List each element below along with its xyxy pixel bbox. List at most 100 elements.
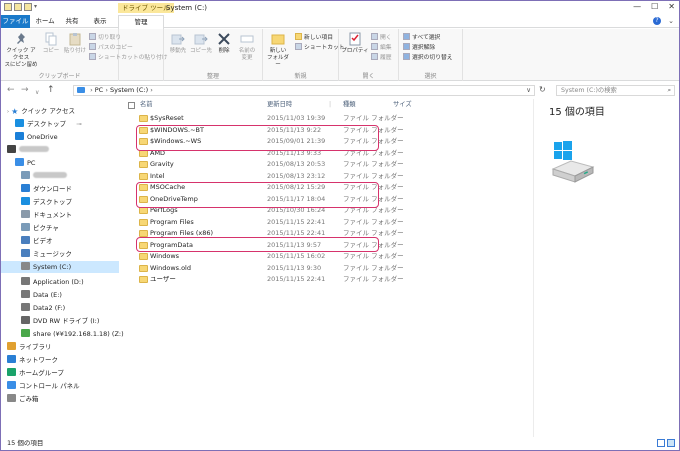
sidebar-item[interactable]: デスクトップ ⊸ — [15, 118, 82, 130]
sidebar-item-label: PC — [27, 159, 36, 167]
help-icon[interactable]: ? — [653, 17, 661, 25]
file-row[interactable]: Windows 2015/11/15 16:02 ファイル フォルダー — [122, 251, 532, 262]
recent-locations-button[interactable]: ∨ — [35, 87, 39, 98]
forward-button[interactable]: → — [21, 85, 29, 96]
edit-button[interactable]: 編集 — [371, 43, 392, 52]
invert-selection-button[interactable]: 選択の切り替え — [403, 53, 453, 62]
maximize-button[interactable]: ☐ — [651, 2, 658, 11]
sidebar-item-label: Application (D:) — [33, 278, 84, 286]
copy-button[interactable]: コピー — [41, 32, 61, 55]
breadcrumb-pc[interactable]: PC — [95, 86, 103, 94]
sidebar-item[interactable]: デスクトップ — [21, 196, 72, 208]
file-row[interactable]: Gravity 2015/08/13 20:53 ファイル フォルダー — [122, 159, 532, 170]
open-button[interactable]: 開く — [371, 33, 392, 42]
sidebar-item[interactable]: Data (E:) — [21, 289, 62, 301]
tab-share[interactable]: 共有 — [61, 15, 83, 28]
address-bar[interactable]: › PC › System (C:) › ∨ — [73, 85, 535, 96]
cut-button[interactable]: 切り取り — [89, 33, 121, 42]
properties-button[interactable]: プロパティ — [341, 32, 369, 55]
breadcrumb-current[interactable]: System (C:) — [110, 86, 148, 94]
folder-icon[interactable] — [4, 3, 12, 11]
paste-button[interactable]: 貼り付け — [63, 32, 87, 55]
sidebar-item[interactable]: System (C:) — [1, 261, 119, 273]
sidebar-item[interactable]: コントロール パネル — [7, 380, 80, 392]
rename-button[interactable]: 名前の 変更 — [236, 32, 258, 62]
new-item-button[interactable]: 新しい項目 — [295, 33, 333, 42]
column-header-date[interactable]: 更新日時 — [267, 99, 292, 111]
column-header-name[interactable]: 名前 — [140, 99, 153, 111]
chevron-down-icon[interactable]: ⌄ — [668, 17, 674, 25]
properties-icon[interactable] — [14, 3, 22, 11]
tab-home[interactable]: ホーム — [32, 15, 58, 28]
tab-view[interactable]: 表示 — [89, 15, 111, 28]
sidebar-item[interactable]: ミュージック — [21, 248, 72, 260]
pin-to-quick-access-button[interactable]: クイック アクセス スにピン留め — [4, 32, 38, 69]
sidebar-item[interactable]: ピクチャ — [21, 222, 59, 234]
sidebar-item-user[interactable] — [21, 170, 67, 182]
sidebar-item[interactable]: ネットワーク — [7, 354, 58, 366]
file-row[interactable]: Windows.old 2015/11/13 9:30 ファイル フォルダー — [122, 263, 532, 274]
tab-manage[interactable]: 管理 — [118, 15, 164, 29]
sidebar-item[interactable]: ホームグループ — [7, 367, 64, 379]
select-none-button[interactable]: 選択解除 — [403, 43, 435, 52]
file-row[interactable]: Intel 2015/08/13 23:12 ファイル フォルダー — [122, 171, 532, 182]
details-view-button[interactable] — [657, 439, 665, 447]
new-folder-icon[interactable] — [24, 3, 32, 11]
chevron-down-icon[interactable]: ∨ — [526, 86, 531, 95]
file-type: ファイル フォルダー — [343, 160, 404, 168]
column-header-size[interactable]: サイズ — [393, 99, 412, 111]
sidebar-item[interactable]: share (¥¥192.168.1.18) (Z:) — [21, 328, 124, 340]
file-row[interactable]: ユーザー 2015/11/15 22:41 ファイル フォルダー — [122, 274, 532, 285]
sidebar-item-icon — [15, 132, 24, 140]
sidebar-item[interactable]: ダウンロード — [21, 183, 72, 195]
select-all-button[interactable]: すべて選択 — [403, 33, 440, 42]
sidebar-item-icon — [21, 223, 30, 231]
up-button[interactable]: ↑ — [47, 85, 55, 96]
paste-shortcut-button[interactable]: ショートカットの貼り付け — [89, 53, 168, 62]
new-folder-button[interactable]: 新しい フォルダー — [265, 32, 291, 69]
sidebar-item-user[interactable] — [7, 144, 49, 156]
sidebar-item-icon — [7, 145, 16, 153]
close-button[interactable]: ✕ — [668, 2, 675, 11]
search-input[interactable]: System (C:)の検索 ⌕ — [556, 85, 675, 96]
sidebar-item[interactable]: ドキュメント — [21, 209, 72, 221]
sidebar-item[interactable]: OneDrive — [15, 131, 58, 143]
sidebar-item-icon — [21, 316, 30, 324]
copy-icon — [45, 32, 57, 46]
chevron-down-icon[interactable]: ▾ — [34, 3, 40, 11]
sidebar-item-quick-access[interactable]: › ★ クイック アクセス — [7, 105, 75, 117]
sidebar-item[interactable]: PC — [15, 157, 35, 169]
sidebar-item-icon — [21, 249, 30, 257]
large-icons-view-button[interactable] — [667, 439, 675, 447]
folder-icon — [139, 264, 148, 272]
column-header-type[interactable]: 種類 — [343, 99, 356, 111]
sidebar-item[interactable]: ビデオ — [21, 235, 53, 247]
edit-icon — [371, 43, 378, 50]
minimize-button[interactable]: — — [633, 2, 641, 11]
properties-icon — [349, 32, 361, 46]
new-folder-label: 新しい フォルダー — [266, 48, 289, 68]
column-divider[interactable]: | — [329, 99, 331, 111]
sidebar-item[interactable]: Application (D:) — [21, 276, 84, 288]
copy-path-button[interactable]: パスのコピー — [89, 43, 133, 52]
sidebar-item[interactable]: DVD RW ドライブ (I:) — [21, 315, 99, 327]
group-label: クリップボード — [38, 73, 81, 80]
search-placeholder: System (C:)の検索 — [561, 87, 617, 94]
file-row[interactable]: Program Files 2015/11/15 22:41 ファイル フォルダー — [122, 217, 532, 228]
file-row[interactable]: $SysReset 2015/11/03 19:39 ファイル フォルダー — [122, 113, 532, 124]
sidebar-item-icon — [15, 158, 24, 166]
back-button[interactable]: ← — [7, 85, 15, 96]
sidebar-item[interactable]: Data2 (F:) — [21, 302, 65, 314]
delete-button[interactable]: 削除 — [216, 32, 232, 55]
sidebar-item[interactable]: ライブラリ — [7, 341, 52, 353]
shortcut-button[interactable]: ショートカット — [295, 43, 345, 52]
sidebar-item[interactable]: ごみ箱 — [7, 393, 39, 405]
title-bar: ▾ ドライブ ツール System (C:) — ☐ ✕ — [1, 1, 679, 15]
tab-file[interactable]: ファイル — [1, 15, 30, 28]
sidebar-item-label: ライブラリ — [19, 343, 52, 351]
refresh-button[interactable]: ↻ — [539, 85, 546, 94]
select-all-checkbox[interactable] — [128, 102, 135, 109]
copy-to-button[interactable]: コピー先 — [190, 32, 212, 55]
history-button[interactable]: 履歴 — [371, 53, 392, 62]
move-to-button[interactable]: 移動先 — [168, 32, 188, 55]
